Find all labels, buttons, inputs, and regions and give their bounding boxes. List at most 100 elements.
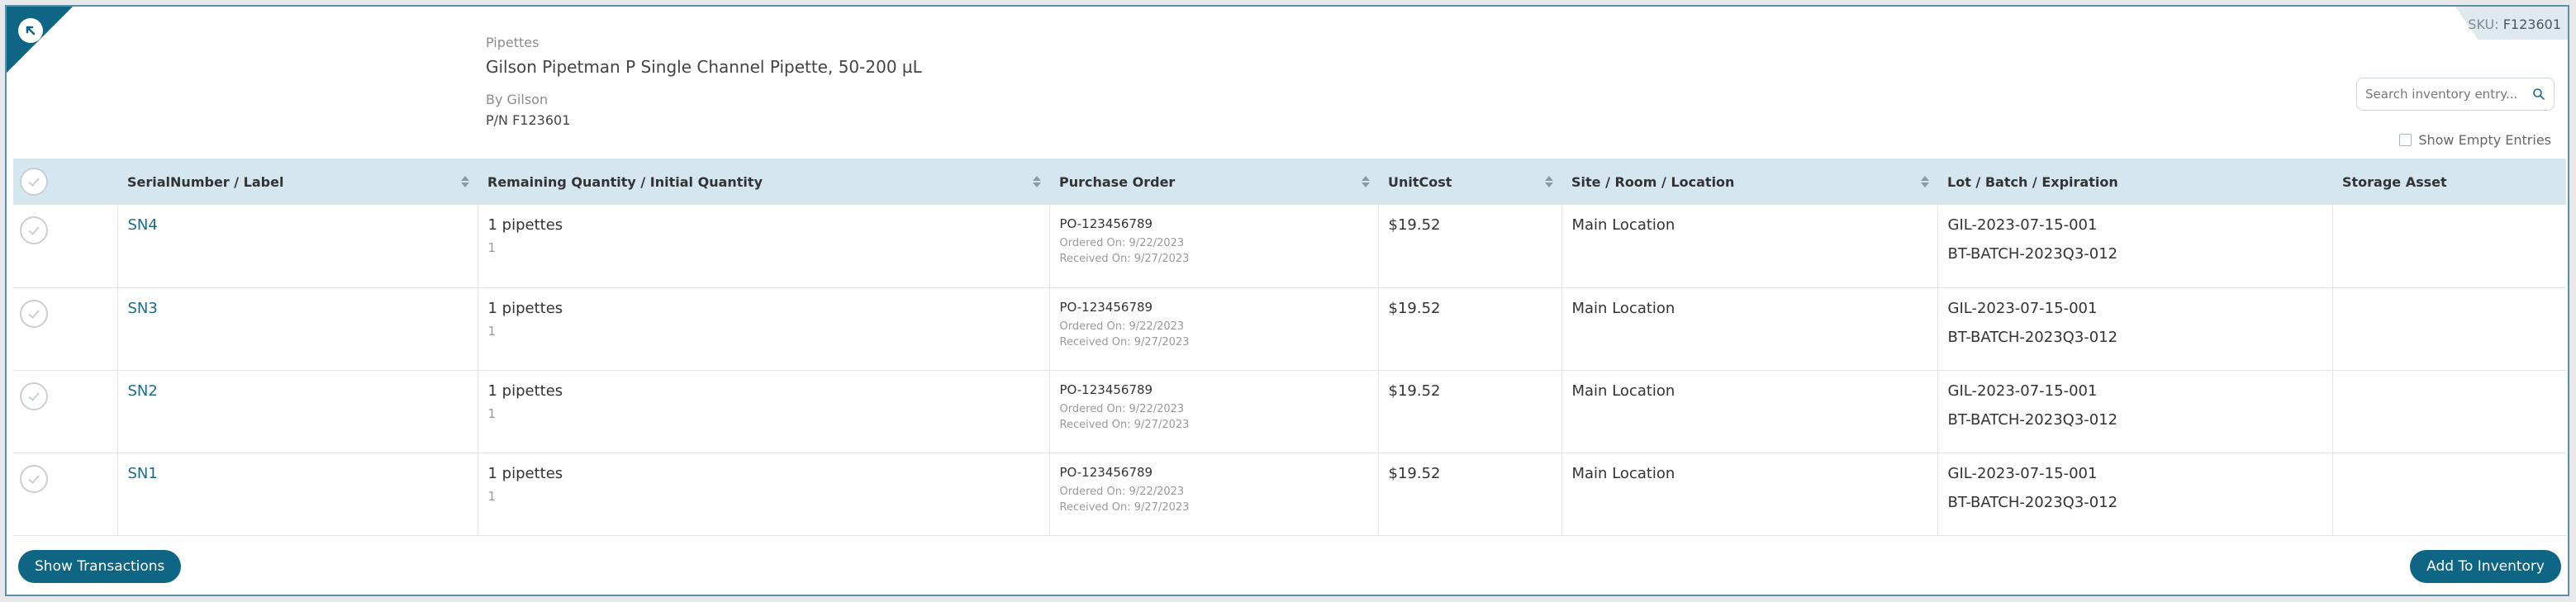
- lot-number: GIL-2023-07-15-001: [1947, 216, 2098, 234]
- lot-cell: GIL-2023-07-15-001 BT-BATCH-2023Q3-012: [1937, 205, 2333, 287]
- serial-link[interactable]: SN2: [128, 382, 158, 400]
- location-cell: Main Location: [1561, 370, 1938, 453]
- row-select-checkbox[interactable]: [20, 299, 48, 328]
- batch-number: BT-BATCH-2023Q3-012: [1947, 493, 2118, 511]
- batch-number: BT-BATCH-2023Q3-012: [1947, 245, 2118, 263]
- lot-number: GIL-2023-07-15-001: [1947, 299, 2098, 317]
- add-to-inventory-button[interactable]: Add To Inventory: [2410, 550, 2561, 583]
- unit-cost-cell: $19.52: [1378, 205, 1562, 287]
- initial-quantity: 1: [487, 488, 497, 504]
- search-icon[interactable]: [2532, 88, 2545, 101]
- purchase-order-cell: PO-123456789 Ordered On: 9/22/2023 Recei…: [1049, 453, 1379, 535]
- table-header-row: SerialNumber / Label Remaining Quantity …: [13, 159, 2566, 205]
- search-input[interactable]: [2365, 87, 2532, 102]
- remaining-quantity: 1 pipettes: [487, 299, 563, 317]
- lot-number: GIL-2023-07-15-001: [1947, 382, 2098, 400]
- lot-cell: GIL-2023-07-15-001 BT-BATCH-2023Q3-012: [1937, 453, 2333, 535]
- unit-cost-cell: $19.52: [1378, 287, 1562, 370]
- row-select-checkbox[interactable]: [20, 382, 48, 410]
- show-empty-toggle[interactable]: Show Empty Entries: [2399, 132, 2551, 148]
- serial-link[interactable]: SN3: [128, 300, 158, 317]
- row-select-checkbox[interactable]: [20, 464, 48, 493]
- batch-number: BT-BATCH-2023Q3-012: [1947, 328, 2118, 346]
- table-row[interactable]: SN1 1 pipettes 1 PO-123456789 Ordered On…: [13, 453, 2566, 535]
- quantity-cell: 1 pipettes 1: [478, 205, 1050, 287]
- location-cell: Main Location: [1561, 453, 1938, 535]
- storage-asset-cell: [2332, 370, 2566, 453]
- sort-icon[interactable]: [1921, 176, 1929, 187]
- inventory-panel: SKU: F123601 Pipettes Gilson Pipetman P …: [5, 5, 2569, 596]
- purchase-order-cell: PO-123456789 Ordered On: 9/22/2023 Recei…: [1049, 287, 1379, 370]
- show-transactions-button[interactable]: Show Transactions: [18, 550, 182, 583]
- col-header-purchase-order-label: Purchase Order: [1059, 173, 1176, 190]
- batch-number: BT-BATCH-2023Q3-012: [1947, 410, 2118, 429]
- col-header-quantity[interactable]: Remaining Quantity / Initial Quantity: [478, 159, 1049, 205]
- quantity-cell: 1 pipettes 1: [478, 453, 1050, 535]
- col-header-quantity-label: Remaining Quantity / Initial Quantity: [487, 173, 763, 190]
- quantity-cell: 1 pipettes 1: [478, 370, 1050, 453]
- corner-badge: [7, 7, 73, 73]
- purchase-order-cell: PO-123456789 Ordered On: 9/22/2023 Recei…: [1049, 370, 1379, 453]
- product-vendor: By Gilson: [486, 92, 549, 107]
- row-select-cell: [13, 370, 118, 453]
- received-date: Received On: 9/27/2023: [1059, 500, 1190, 514]
- lot-cell: GIL-2023-07-15-001 BT-BATCH-2023Q3-012: [1937, 370, 2333, 453]
- product-part-number: P/N F123601: [486, 112, 571, 128]
- quantity-cell: 1 pipettes 1: [478, 287, 1050, 370]
- ordered-date: Ordered On: 9/22/2023: [1059, 237, 1185, 249]
- ordered-date: Ordered On: 9/22/2023: [1059, 402, 1185, 415]
- po-number: PO-123456789: [1059, 464, 1153, 480]
- sku-label-text: SKU:: [2468, 17, 2499, 32]
- col-header-location[interactable]: Site / Room / Location: [1561, 159, 1937, 205]
- col-header-lot-label: Lot / Batch / Expiration: [1947, 173, 2118, 190]
- storage-asset-cell: [2332, 287, 2566, 370]
- remaining-quantity: 1 pipettes: [487, 216, 563, 234]
- product-category: Pipettes: [486, 35, 539, 50]
- col-header-storage-asset: Storage Asset: [2332, 159, 2566, 205]
- unit-cost-cell: $19.52: [1378, 453, 1562, 535]
- location-cell: Main Location: [1561, 287, 1938, 370]
- product-header: Pipettes Gilson Pipetman P Single Channe…: [486, 35, 922, 128]
- serial-cell: SN3: [117, 287, 478, 370]
- received-date: Received On: 9/27/2023: [1059, 253, 1190, 265]
- serial-link[interactable]: SN1: [128, 465, 158, 482]
- po-number: PO-123456789: [1059, 299, 1153, 315]
- serial-cell: SN1: [117, 453, 478, 535]
- po-number: PO-123456789: [1059, 382, 1153, 397]
- sku-value: F123601: [2502, 17, 2561, 32]
- sort-icon[interactable]: [1362, 176, 1370, 187]
- initial-quantity: 1: [487, 240, 497, 255]
- sort-icon[interactable]: [1033, 176, 1041, 187]
- received-date: Received On: 9/27/2023: [1059, 418, 1190, 431]
- serial-cell: SN4: [117, 205, 478, 287]
- select-all-checkbox[interactable]: [20, 168, 48, 196]
- show-empty-label: Show Empty Entries: [2418, 132, 2551, 148]
- expand-arrow-icon[interactable]: [18, 18, 43, 43]
- purchase-order-cell: PO-123456789 Ordered On: 9/22/2023 Recei…: [1049, 205, 1379, 287]
- select-all-header: [13, 159, 117, 205]
- initial-quantity: 1: [487, 405, 497, 421]
- serial-cell: SN2: [117, 370, 478, 453]
- sort-icon[interactable]: [461, 176, 469, 187]
- col-header-purchase-order[interactable]: Purchase Order: [1049, 159, 1378, 205]
- col-header-location-label: Site / Room / Location: [1571, 173, 1735, 190]
- sku-label: SKU: F123601: [2468, 17, 2561, 32]
- sort-icon[interactable]: [1545, 176, 1553, 187]
- row-select-cell: [13, 205, 118, 287]
- unit-cost-cell: $19.52: [1378, 370, 1562, 453]
- remaining-quantity: 1 pipettes: [487, 464, 563, 482]
- inventory-table: SerialNumber / Label Remaining Quantity …: [13, 159, 2566, 536]
- location-cell: Main Location: [1561, 205, 1938, 287]
- col-header-unit-cost[interactable]: UnitCost: [1378, 159, 1561, 205]
- table-row[interactable]: SN2 1 pipettes 1 PO-123456789 Ordered On…: [13, 370, 2566, 453]
- col-header-serial[interactable]: SerialNumber / Label: [117, 159, 478, 205]
- row-select-checkbox[interactable]: [20, 216, 48, 244]
- ordered-date: Ordered On: 9/22/2023: [1059, 485, 1185, 498]
- serial-link[interactable]: SN4: [128, 216, 158, 234]
- row-select-cell: [13, 453, 118, 535]
- table-row[interactable]: SN3 1 pipettes 1 PO-123456789 Ordered On…: [13, 287, 2566, 370]
- storage-asset-cell: [2332, 453, 2566, 535]
- show-empty-checkbox[interactable]: [2399, 134, 2412, 146]
- po-number: PO-123456789: [1059, 216, 1153, 231]
- table-row[interactable]: SN4 1 pipettes 1 PO-123456789 Ordered On…: [13, 205, 2566, 287]
